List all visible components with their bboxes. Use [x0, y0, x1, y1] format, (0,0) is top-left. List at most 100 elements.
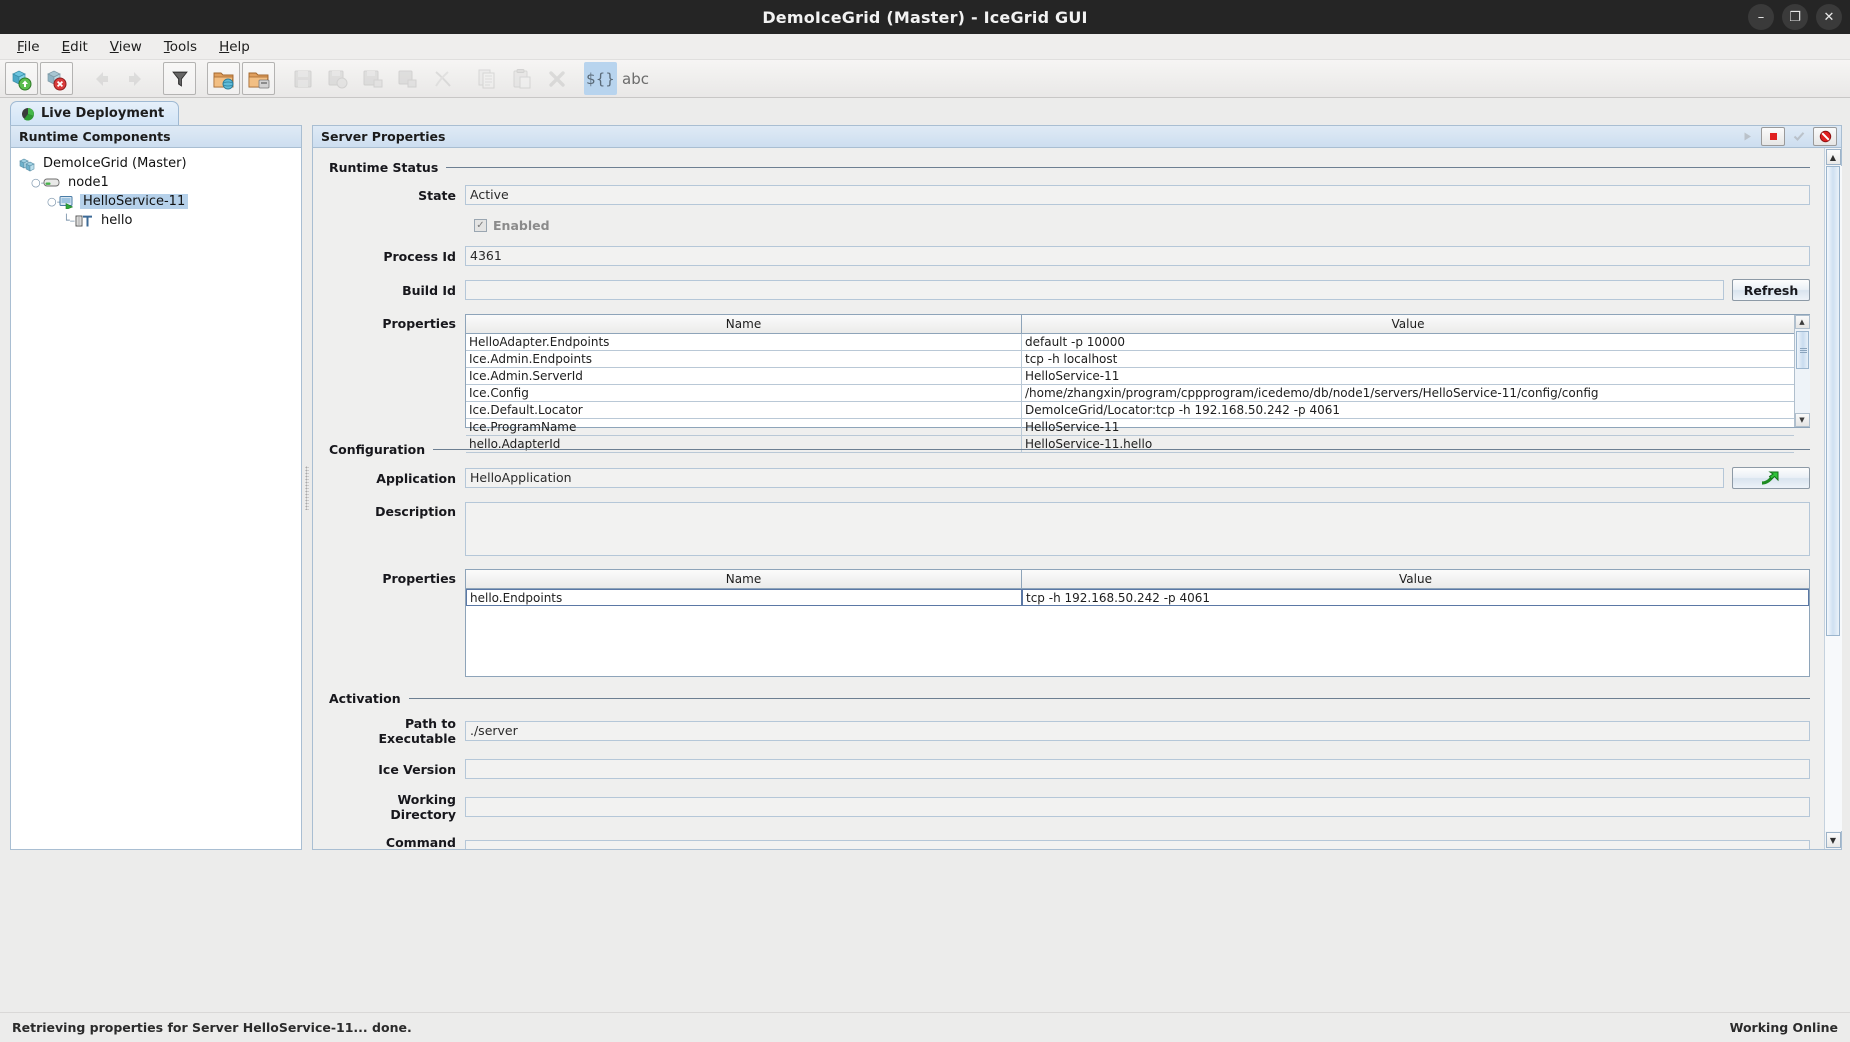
table-row[interactable]: hello.Endpoints tcp -h 192.168.50.242 -p … — [466, 589, 1809, 606]
close-icon[interactable]: ✕ — [1816, 4, 1842, 30]
forward-arrow-icon — [119, 62, 152, 95]
refresh-button[interactable]: Refresh — [1732, 279, 1810, 301]
activation-fields: Path to Executable ./server Ice Version Wor… — [329, 716, 1810, 849]
table-row[interactable]: Ice.Default.Locator DemoIceGrid/Locator:t… — [466, 402, 1794, 419]
runtime-properties-scrollbar[interactable]: ▲ ▼ — [1794, 315, 1810, 427]
tab-live-deployment[interactable]: Live Deployment — [10, 101, 180, 125]
tree-item-label: node1 — [68, 175, 109, 190]
live-deployment-icon — [21, 107, 35, 121]
substitute-variables-toggle[interactable]: ${} — [584, 62, 617, 95]
scroll-track[interactable] — [1794, 329, 1810, 413]
tree-item-demoicegrid[interactable]: DemoIceGrid (Master) — [11, 154, 301, 173]
scroll-thumb[interactable] — [1795, 331, 1809, 369]
menu-view[interactable]: View — [99, 36, 153, 58]
panel-scroll-up-icon[interactable]: ▲ — [1825, 149, 1841, 165]
scroll-down-icon[interactable]: ▼ — [1794, 413, 1810, 427]
table-row[interactable]: hello.AdapterId HelloService-11.hello — [466, 436, 1794, 453]
menu-tools[interactable]: Tools — [153, 36, 208, 58]
open-application-from-registry-icon[interactable] — [207, 62, 240, 95]
menu-help[interactable]: Help — [208, 36, 261, 58]
panel-scrollbar[interactable]: ▲ ▼ — [1824, 148, 1842, 849]
main-toolbar: ${} abc — [0, 60, 1850, 98]
table-row[interactable]: Ice.ProgramName HelloService-11 — [466, 419, 1794, 436]
grid-registry-icon — [19, 156, 35, 172]
table-row[interactable]: Ice.Admin.ServerId HelloService-11 — [466, 368, 1794, 385]
description-value[interactable] — [465, 502, 1810, 556]
state-row: State Active — [329, 185, 1810, 205]
activation-field-value[interactable] — [465, 797, 1810, 817]
column-header-name[interactable]: Name — [466, 315, 1022, 333]
stop-server-button[interactable] — [1761, 127, 1785, 146]
tree-item-label: DemoIceGrid (Master) — [43, 156, 187, 171]
column-header-name[interactable]: Name — [466, 570, 1022, 588]
column-header-value[interactable]: Value — [1022, 315, 1794, 333]
panel-scroll-thumb[interactable] — [1825, 166, 1840, 636]
application-value[interactable]: HelloApplication — [465, 468, 1724, 488]
properties-content: Runtime Status State Active ✓ Enabled Pr… — [313, 148, 1824, 849]
runtime-status-group: Runtime Status State Active ✓ Enabled Pr… — [329, 160, 1810, 453]
application-row: Application HelloApplication — [329, 467, 1810, 489]
discard-updates-icon — [391, 62, 424, 95]
expand-handle-node1[interactable]: ○– — [31, 176, 46, 189]
save-to-file-icon — [356, 62, 389, 95]
panel-scroll-down-icon[interactable]: ▼ — [1825, 832, 1841, 848]
server-running-icon — [59, 195, 75, 210]
minimize-icon[interactable]: – — [1748, 4, 1774, 30]
runtime-components-header: Runtime Components — [11, 126, 301, 148]
disconnect-icon[interactable] — [40, 62, 73, 95]
panel-scroll-track[interactable] — [1824, 166, 1842, 831]
filter-funnel-icon[interactable] — [163, 62, 196, 95]
config-properties-label: Properties — [382, 571, 456, 586]
config-properties-table[interactable]: Name Value hello.Endpoints tcp -h 192.168… — [465, 569, 1810, 677]
cell-value: HelloService-11 — [1022, 368, 1794, 385]
start-server-button[interactable] — [1735, 127, 1759, 146]
description-row: Description — [329, 502, 1810, 556]
enabled-row: ✓ Enabled — [474, 218, 1810, 233]
cell-name: Ice.ProgramName — [466, 419, 1022, 436]
table-row[interactable]: Ice.Config/home/zhangxin/program/cppprog… — [466, 385, 1794, 402]
build-id-label: Build Id — [402, 282, 456, 298]
menu-edit[interactable]: Edit — [51, 36, 99, 58]
literal-text-toggle[interactable]: abc — [619, 62, 652, 95]
activation-field-row: Ice Version — [329, 759, 1810, 779]
tab-label: Live Deployment — [41, 106, 165, 121]
runtime-properties-header: Name Value — [466, 315, 1794, 334]
process-id-value[interactable]: 4361 — [465, 246, 1810, 266]
column-header-value[interactable]: Value — [1022, 570, 1809, 588]
connect-icon[interactable] — [5, 62, 38, 95]
cell-name: hello.AdapterId — [466, 436, 1022, 453]
enable-server-button[interactable] — [1787, 127, 1811, 146]
activation-field-label: Path to Executable — [378, 716, 456, 746]
enabled-checkbox[interactable]: ✓ — [474, 219, 487, 232]
runtime-properties-table[interactable]: Name Value HelloAdapter.Endpoints default… — [465, 314, 1810, 453]
tree-item-node1[interactable]: ○– node1 — [11, 173, 301, 192]
activation-field-value[interactable]: ./server — [465, 721, 1810, 741]
config-properties-grid: Name Value hello.Endpoints tcp -h 192.168… — [466, 570, 1809, 676]
state-value[interactable]: Active — [465, 185, 1810, 205]
process-id-row: Process Id 4361 — [329, 246, 1810, 266]
tree-item-helloservice-11[interactable]: ○– HelloService-11 — [11, 192, 301, 211]
activation-field-value[interactable] — [465, 840, 1810, 849]
tree-item-label: HelloService-11 — [80, 194, 189, 209]
disable-server-button[interactable] — [1813, 127, 1837, 146]
table-row[interactable]: Ice.Admin.Endpoints tcp -h localhost — [466, 351, 1794, 368]
tree-item-hello[interactable]: └– hello — [11, 211, 301, 230]
expand-handle-helloservice[interactable]: ○– — [47, 195, 62, 208]
back-arrow-icon — [84, 62, 117, 95]
build-id-value[interactable] — [465, 280, 1724, 300]
activation-field-label: Working Directory — [390, 792, 456, 822]
literal-text-label: abc — [622, 69, 649, 88]
description-label: Description — [375, 504, 456, 519]
maximize-icon[interactable]: ❐ — [1782, 4, 1808, 30]
table-row[interactable]: HelloAdapter.Endpoints default -p 10000 — [466, 334, 1794, 351]
server-properties-panel: Server Properties Runtime Status State A… — [312, 125, 1842, 850]
adapter-icon — [75, 214, 93, 228]
panel-splitter[interactable] — [302, 125, 312, 850]
activation-field-value[interactable] — [465, 759, 1810, 779]
scroll-up-icon[interactable]: ▲ — [1794, 315, 1810, 329]
goto-application-button[interactable] — [1732, 467, 1810, 489]
menu-file[interactable]: FFileile — [6, 36, 51, 58]
open-application-from-file-icon[interactable] — [242, 62, 275, 95]
config-properties-rows: hello.Endpoints tcp -h 192.168.50.242 -p … — [466, 589, 1809, 606]
runtime-components-tree[interactable]: DemoIceGrid (Master) ○– node1 ○– HelloSe… — [11, 148, 301, 849]
